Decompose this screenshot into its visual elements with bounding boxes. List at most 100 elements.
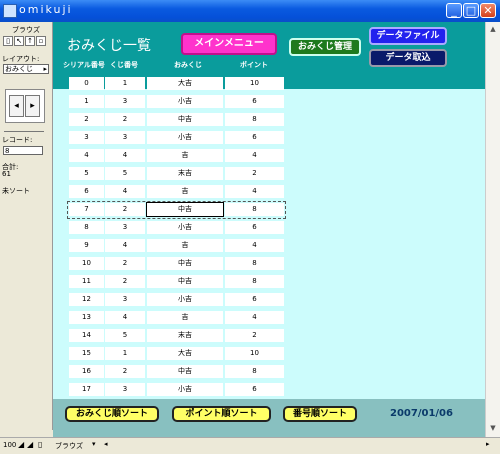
record-row[interactable]: 16 2 中吉 8: [67, 363, 286, 381]
omikuji-cell[interactable]: 吉: [147, 185, 223, 198]
serial-cell[interactable]: 5: [69, 167, 104, 180]
kuji-cell[interactable]: 5: [105, 167, 145, 180]
kuji-cell[interactable]: 1: [105, 77, 145, 90]
omikuji-cell[interactable]: 末吉: [147, 167, 223, 180]
kuji-cell[interactable]: 2: [105, 365, 145, 378]
record-row[interactable]: 14 5 末吉 2: [67, 327, 286, 345]
kuji-cell[interactable]: 4: [105, 185, 145, 198]
record-book[interactable]: ◂ ▸: [5, 89, 45, 123]
point-cell[interactable]: 8: [225, 257, 284, 270]
main-menu-button[interactable]: メインメニュー: [181, 33, 277, 55]
omikuji-cell[interactable]: 吉: [147, 311, 223, 324]
pointer-icon[interactable]: ↖: [14, 36, 24, 46]
maximize-button[interactable]: □: [463, 3, 479, 18]
point-cell[interactable]: 8: [225, 275, 284, 288]
kuji-cell[interactable]: 4: [105, 149, 145, 162]
record-row[interactable]: 8 3 小吉 6: [67, 219, 286, 237]
record-row[interactable]: 3 3 小吉 6: [67, 129, 286, 147]
layout-tool-icon[interactable]: ↑: [25, 36, 35, 46]
scroll-left-icon[interactable]: ◂: [104, 440, 108, 448]
serial-cell[interactable]: 0: [69, 77, 104, 90]
point-cell[interactable]: 10: [225, 77, 284, 90]
omikuji-cell[interactable]: 吉: [147, 239, 223, 252]
omikuji-cell[interactable]: 小吉: [147, 293, 223, 306]
mode-chevron-icon[interactable]: ▾: [92, 440, 96, 448]
kuji-cell[interactable]: 3: [105, 293, 145, 306]
zoom-in-icon[interactable]: ◢: [27, 440, 33, 449]
sort-omikuji-button[interactable]: おみくじ順ソート: [65, 406, 159, 422]
kuji-cell[interactable]: 2: [105, 203, 145, 216]
record-row[interactable]: 1 3 小吉 6: [67, 93, 286, 111]
mode-indicator[interactable]: ブラウズ: [55, 441, 83, 451]
kuji-cell[interactable]: 2: [105, 275, 145, 288]
serial-cell[interactable]: 3: [69, 131, 104, 144]
serial-cell[interactable]: 16: [69, 365, 104, 378]
next-record-icon[interactable]: ▸: [25, 95, 40, 117]
serial-cell[interactable]: 11: [69, 275, 104, 288]
record-slider[interactable]: [4, 125, 44, 132]
serial-cell[interactable]: 15: [69, 347, 104, 360]
kuji-cell[interactable]: 3: [105, 383, 145, 396]
omikuji-cell[interactable]: 大吉: [147, 77, 223, 90]
record-row[interactable]: 13 4 吉 4: [67, 309, 286, 327]
omikuji-cell[interactable]: 中吉: [146, 202, 224, 217]
minimize-button[interactable]: _: [446, 3, 462, 18]
point-cell[interactable]: 8: [225, 365, 284, 378]
prev-record-icon[interactable]: ◂: [9, 95, 24, 117]
vertical-scrollbar[interactable]: ▲ ▼: [485, 22, 500, 437]
lock-icon[interactable]: ▯: [3, 36, 13, 46]
page-icon[interactable]: ▫: [36, 36, 46, 46]
scroll-down-icon[interactable]: ▼: [488, 423, 498, 433]
omikuji-cell[interactable]: 末吉: [147, 329, 223, 342]
omikuji-cell[interactable]: 小吉: [147, 383, 223, 396]
kuji-cell[interactable]: 2: [105, 257, 145, 270]
serial-cell[interactable]: 17: [69, 383, 104, 396]
omikuji-manage-button[interactable]: おみくじ管理: [289, 38, 361, 56]
omikuji-cell[interactable]: 小吉: [147, 131, 223, 144]
serial-cell[interactable]: 14: [69, 329, 104, 342]
omikuji-cell[interactable]: 中吉: [147, 365, 223, 378]
omikuji-cell[interactable]: 小吉: [147, 221, 223, 234]
zoom-level[interactable]: 100: [3, 441, 16, 449]
point-cell[interactable]: 4: [225, 149, 284, 162]
point-cell[interactable]: 6: [225, 131, 284, 144]
omikuji-cell[interactable]: 中吉: [147, 257, 223, 270]
serial-cell[interactable]: 4: [69, 149, 104, 162]
record-row[interactable]: 10 2 中吉 8: [67, 255, 286, 273]
point-cell[interactable]: 4: [225, 239, 284, 252]
data-import-button[interactable]: データ取込: [369, 49, 447, 67]
point-cell[interactable]: 8: [225, 203, 284, 216]
record-row[interactable]: 64吉4: [67, 183, 286, 201]
point-cell[interactable]: 2: [225, 329, 284, 342]
record-row[interactable]: 0 1 大吉 10: [67, 75, 286, 93]
point-cell[interactable]: 6: [225, 383, 284, 396]
omikuji-cell[interactable]: 中吉: [147, 275, 223, 288]
record-row[interactable]: 17 3 小吉 6: [67, 381, 286, 399]
sort-number-button[interactable]: 番号順ソート: [283, 406, 357, 422]
kuji-cell[interactable]: 4: [105, 311, 145, 324]
data-file-button[interactable]: データファイル: [369, 27, 447, 45]
point-cell[interactable]: 6: [225, 293, 284, 306]
scroll-up-icon[interactable]: ▲: [488, 24, 498, 34]
serial-cell[interactable]: 9: [69, 239, 104, 252]
kuji-cell[interactable]: 3: [105, 221, 145, 234]
point-cell[interactable]: 10: [225, 347, 284, 360]
record-row[interactable]: 15 1 大吉 10: [67, 345, 286, 363]
serial-cell[interactable]: 8: [69, 221, 104, 234]
record-row[interactable]: 11 2 中吉 8: [67, 273, 286, 291]
layout-select[interactable]: おみくじ ▸: [3, 64, 49, 74]
record-row[interactable]: 7 2 中吉 8: [67, 201, 286, 219]
close-button[interactable]: ✕: [480, 3, 496, 18]
serial-cell[interactable]: 1: [69, 95, 104, 108]
scroll-right-icon[interactable]: ▸: [486, 440, 490, 448]
serial-cell[interactable]: 7: [69, 203, 104, 216]
point-cell[interactable]: 4: [225, 311, 284, 324]
serial-cell[interactable]: 2: [69, 113, 104, 126]
omikuji-cell[interactable]: 中吉: [147, 113, 223, 126]
omikuji-cell[interactable]: 大吉: [147, 347, 223, 360]
point-cell[interactable]: 4: [225, 185, 284, 198]
serial-cell[interactable]: 13: [69, 311, 104, 324]
omikuji-cell[interactable]: 吉: [147, 149, 223, 162]
point-cell[interactable]: 2: [225, 167, 284, 180]
serial-cell[interactable]: 6: [69, 185, 104, 198]
